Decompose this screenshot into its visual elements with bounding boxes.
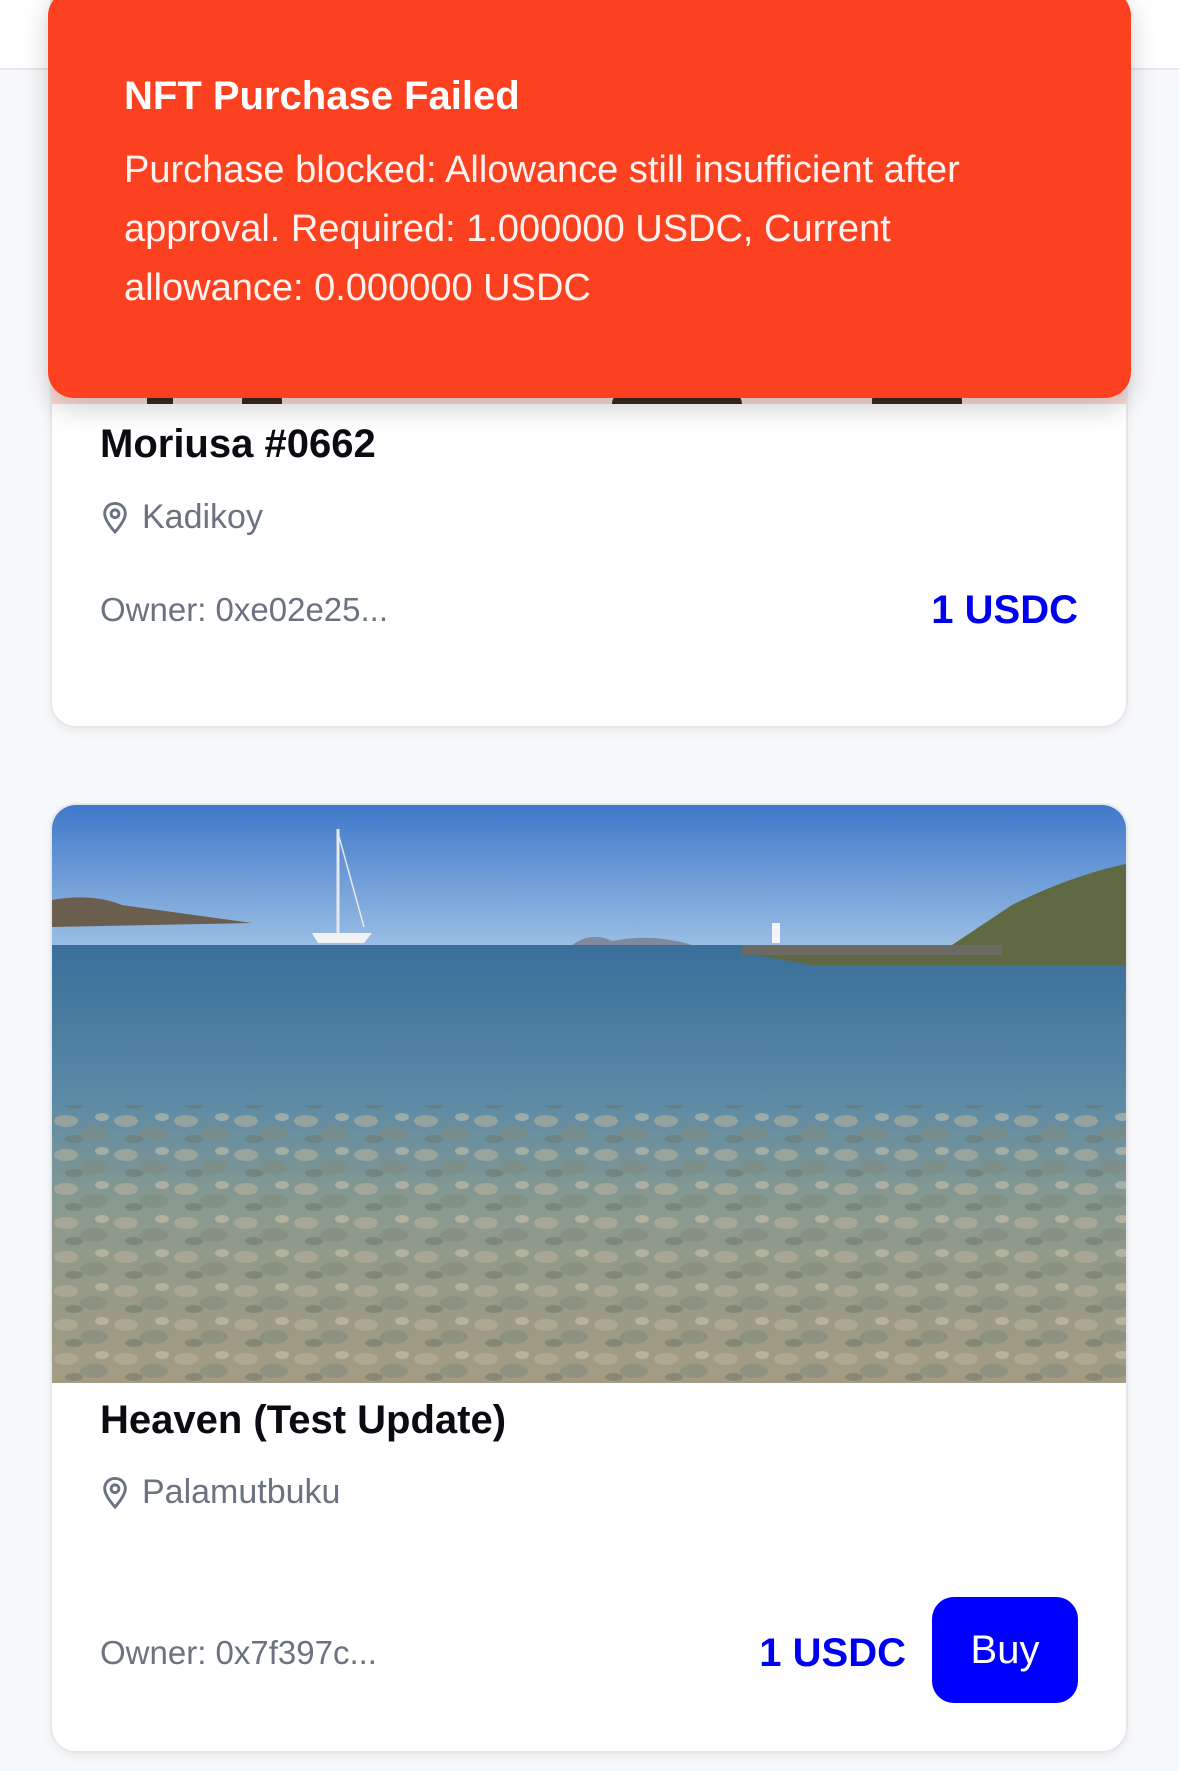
buy-button[interactable]: Buy bbox=[932, 1597, 1078, 1703]
nft-price: 1 USDC bbox=[759, 1631, 906, 1675]
toast-title: NFT Purchase Failed bbox=[124, 74, 520, 118]
map-pin-icon bbox=[103, 501, 127, 534]
nft-owner: Owner: 0xe02e25... bbox=[100, 591, 389, 628]
nft-price: 1 USDC bbox=[931, 588, 1078, 632]
nft-card[interactable]: Heaven (Test Update) Palamutbuku Owner: … bbox=[50, 803, 1128, 1753]
nft-location-label: Palamutbuku bbox=[142, 1473, 341, 1511]
error-toast[interactable]: NFT Purchase Failed Purchase blocked: Al… bbox=[48, 0, 1131, 398]
nft-location-label: Kadikoy bbox=[142, 498, 263, 536]
nft-location: Kadikoy bbox=[100, 498, 263, 537]
map-pin-icon bbox=[103, 1476, 127, 1509]
nft-title: Heaven (Test Update) bbox=[100, 1398, 507, 1442]
nft-location: Palamutbuku bbox=[100, 1473, 340, 1512]
nft-title: Moriusa #0662 bbox=[100, 422, 376, 466]
nft-owner: Owner: 0x7f397c... bbox=[100, 1634, 377, 1671]
toast-message: Purchase blocked: Allowance still insuff… bbox=[124, 149, 960, 309]
nft-image bbox=[52, 805, 1126, 1383]
